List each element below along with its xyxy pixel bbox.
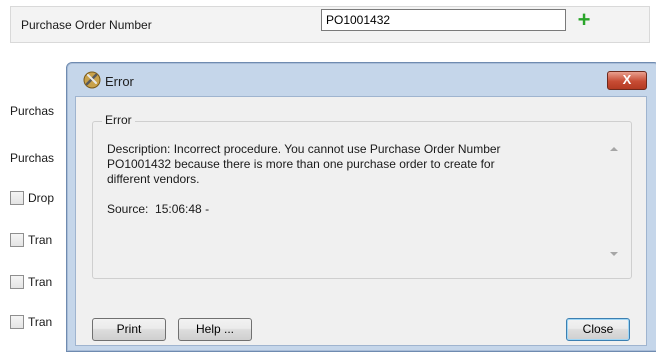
help-button[interactable]: Help ... — [178, 318, 252, 341]
close-button[interactable]: Close — [566, 318, 630, 341]
checkbox-box[interactable] — [10, 190, 24, 205]
checkbox-box[interactable] — [10, 232, 24, 247]
checkbox-label: Tran — [28, 232, 53, 247]
error-group: Error Description: Incorrect procedure. … — [92, 113, 632, 279]
checkbox-label: Tran — [28, 274, 53, 289]
error-group-label: Error — [102, 113, 135, 127]
error-message: Description: Incorrect procedure. You ca… — [107, 142, 501, 216]
checkbox-tran-3[interactable]: Tran — [10, 314, 52, 332]
close-icon[interactable]: X — [607, 71, 647, 90]
scroll-down-icon[interactable] — [610, 252, 618, 256]
error-dialog: Error X Error Description: Incorrect pro… — [66, 62, 656, 352]
checkbox-tran-2[interactable]: Tran — [10, 274, 52, 292]
checkbox-box[interactable] — [10, 314, 24, 329]
purchase-label-2: Purchas — [10, 151, 55, 165]
checkbox-drop[interactable]: Drop — [10, 190, 54, 208]
scroll-up-icon[interactable] — [610, 147, 618, 151]
print-button[interactable]: Print — [92, 318, 166, 341]
checkbox-label: Drop — [28, 190, 55, 205]
checkbox-tran-1[interactable]: Tran — [10, 232, 52, 250]
plus-icon[interactable]: + — [573, 9, 595, 32]
checkbox-label: Tran — [28, 314, 53, 329]
checkbox-box[interactable] — [10, 274, 24, 289]
dialog-title: Error — [105, 74, 134, 89]
error-message-box[interactable]: Description: Incorrect procedure. You ca… — [103, 136, 623, 268]
po-number-label: Purchase Order Number — [21, 18, 152, 32]
purchase-label-1: Purchas — [10, 104, 55, 118]
dialog-titlebar[interactable]: Error X — [67, 63, 656, 97]
message-scrollbar[interactable] — [606, 136, 623, 268]
dialog-client: Error Description: Incorrect procedure. … — [75, 96, 647, 346]
error-tools-icon — [83, 71, 101, 89]
po-number-row: Purchase Order Number + — [10, 6, 650, 43]
po-number-input[interactable] — [321, 9, 566, 31]
